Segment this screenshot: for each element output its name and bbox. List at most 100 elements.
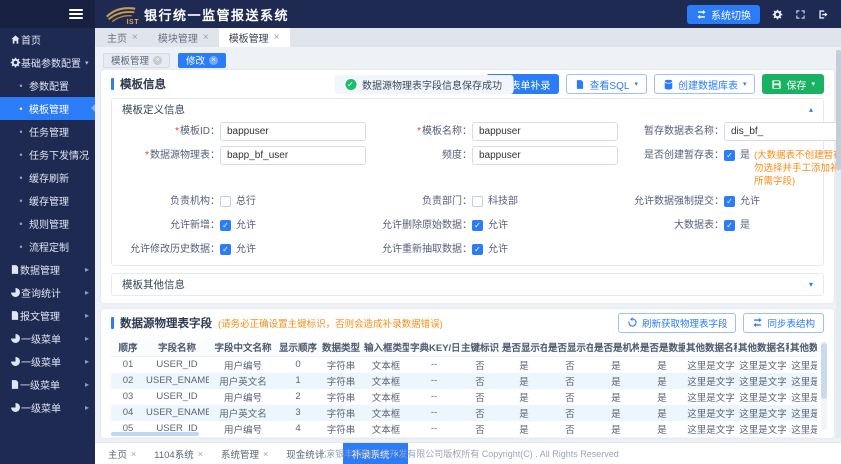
close-circle-icon[interactable]: × <box>209 56 218 65</box>
temp-table-name-input[interactable] <box>724 122 841 141</box>
sidebar-item-template-mgmt[interactable]: •模板管理 <box>0 97 95 120</box>
field-label: 允许重新抽取数据 <box>366 239 472 260</box>
chip-label: 修改 <box>186 53 205 67</box>
template-id-input[interactable] <box>220 122 366 141</box>
refresh-fields-button[interactable]: 刷新获取物理表字段 <box>618 313 737 333</box>
sidebar-item-menu-4[interactable]: 一级菜单▸ <box>0 396 95 419</box>
close-icon[interactable]: × <box>131 449 136 459</box>
bottom-tab-home[interactable]: 主页× <box>99 443 145 464</box>
table-row[interactable]: 02USER_ENAME用户英文名1字符串文本框--否是否是是这里是文字这里是文… <box>111 373 817 389</box>
column-header: 主键标识 <box>459 339 501 356</box>
tab-module-mgmt[interactable]: 模块管理× <box>148 28 219 47</box>
close-icon[interactable]: × <box>263 449 268 459</box>
allow-edit-history-checkbox[interactable]: ✓ <box>220 244 231 255</box>
field-allow-force-submit: 允许数据强制提交✓允许 <box>618 191 841 212</box>
table-cell: 否 <box>547 437 593 439</box>
sidebar-item-task-mgmt[interactable]: •任务管理 <box>0 120 95 143</box>
responsible-org-checkbox[interactable] <box>220 196 231 207</box>
allow-force-submit-checkbox[interactable]: ✓ <box>724 196 735 207</box>
table-cell: 这里是文字 <box>685 421 737 437</box>
sidebar-item-label: 流程定制 <box>29 239 69 254</box>
create-temp-table-checkbox[interactable]: ✓ <box>724 150 735 161</box>
column-header: 数据类型 <box>319 339 363 356</box>
sidebar-item-param-config[interactable]: •参数配置 <box>0 74 95 97</box>
sidebar-item-menu-1[interactable]: 一级菜单▸ <box>0 327 95 350</box>
fields-header: 数据源物理表字段 (请务必正确设置主键标识，否则会造成补录数据错误) 刷新获取物… <box>101 309 834 336</box>
expand-icon[interactable]: ▾ <box>809 280 813 289</box>
sidebar-item-cache-refresh[interactable]: •缓存刷新 <box>0 166 95 189</box>
topbar: IST 银行统一监管报送系统 系统切换 <box>0 0 841 28</box>
close-icon[interactable]: × <box>203 32 209 43</box>
sidebar-item-base-params-config[interactable]: 基础参数配置▾ <box>0 51 95 74</box>
sidebar-item-menu-3[interactable]: 一级菜单▸ <box>0 373 95 396</box>
page-scrollbar-thumb[interactable] <box>836 50 841 170</box>
sidebar-item-rule-mgmt[interactable]: •规则管理 <box>0 212 95 235</box>
bottom-tab-sys-1104[interactable]: 1104系统× <box>145 443 212 464</box>
chevron-right-icon: ▸ <box>85 288 89 297</box>
table-row[interactable]: 03USER_ID用户编号2字符串文本框--否是否是是这里是文字这里是文字这里是… <box>111 389 817 405</box>
table-row[interactable]: 04USER_ENAME用户英文名3字符串文本框--否是否是是这里是文字这里是文… <box>111 405 817 421</box>
save-button[interactable]: 保存▾ <box>762 74 824 94</box>
settings-icon[interactable] <box>772 9 783 20</box>
table-cell: 这里是文字 <box>685 437 737 439</box>
table-cell: 是 <box>639 405 685 421</box>
logout-icon[interactable] <box>818 9 829 20</box>
table-cell: -- <box>409 373 459 389</box>
tab-label: 模板管理 <box>229 30 269 45</box>
chevron-right-icon: ▸ <box>85 265 89 274</box>
sidebar-item-home[interactable]: 首页 <box>0 28 95 51</box>
frequency-input[interactable] <box>472 146 618 165</box>
allow-re-extract-checkbox[interactable]: ✓ <box>472 244 483 255</box>
table-row[interactable]: 06USER_ENAME用户英文名5字符串文本框--否是否是是这里是文字这里是文… <box>111 437 817 439</box>
chevron-right-icon: ▸ <box>85 380 89 389</box>
save-icon <box>771 79 782 90</box>
table-cell: 是 <box>639 356 685 373</box>
bottom-tab-system-mgmt[interactable]: 系统管理× <box>212 443 277 464</box>
sidebar-item-process-custom[interactable]: •流程定制 <box>0 235 95 258</box>
collapse-icon[interactable]: ▴ <box>809 105 813 114</box>
tab-home[interactable]: 主页× <box>97 28 148 47</box>
field-label: 暂存数据表名称 <box>618 121 724 142</box>
chip-template-mgmt[interactable]: 模板管理× <box>103 53 170 68</box>
table-cell: 3 <box>277 405 319 421</box>
close-icon[interactable]: × <box>132 32 138 43</box>
view-sql-button[interactable]: 查看SQL▾ <box>566 74 647 94</box>
tab-template-mgmt[interactable]: 模板管理 × <box>219 28 290 47</box>
table-cell: 03 <box>111 389 145 405</box>
big-data-table-checkbox[interactable]: ✓ <box>724 220 735 231</box>
sidebar-item-report-mgmt[interactable]: 报文管理▸ <box>0 304 95 327</box>
table-cell: 否 <box>547 373 593 389</box>
table-vscroll-thumb[interactable] <box>821 343 827 399</box>
table-cell: 这里是文字 <box>737 389 789 405</box>
fields-section-title: 数据源物理表字段 <box>111 315 212 331</box>
sidebar-item-task-dispatch-status[interactable]: •任务下发情况 <box>0 143 95 166</box>
sidebar-item-cache-mgmt[interactable]: •缓存管理 <box>0 189 95 212</box>
menu-toggle-icon[interactable] <box>69 9 83 19</box>
sidebar-item-menu-2[interactable]: 一级菜单▸ <box>0 350 95 373</box>
template-name-input[interactable] <box>472 122 618 141</box>
table-row[interactable]: 01USER_ID用户编号0字符串文本框--否是否是是这里是文字这里是文字这里是… <box>111 356 817 373</box>
table-cell: -- <box>409 405 459 421</box>
field-template-name: *模板名称 <box>366 121 618 142</box>
table-row[interactable]: 05USER_ID用户编号4字符串文本框--否是否是是这里是文字这里是文字这里是… <box>111 421 817 437</box>
sidebar-item-data-mgmt[interactable]: 数据管理▸ <box>0 258 95 281</box>
system-switch-button[interactable]: 系统切换 <box>687 5 760 24</box>
close-icon[interactable]: × <box>274 32 280 43</box>
field-label: 允许数据强制提交 <box>618 191 724 212</box>
sync-structure-button[interactable]: 同步表结构 <box>743 313 824 333</box>
template-mgmt-bullet-icon: • <box>16 104 26 114</box>
table-cell: 否 <box>547 405 593 421</box>
close-icon[interactable]: × <box>198 449 203 459</box>
checkbox-label: 是 <box>740 145 750 166</box>
datasource-table-input[interactable] <box>220 146 366 165</box>
allow-delete-origin-checkbox[interactable]: ✓ <box>472 220 483 231</box>
sidebar-item-query-stats[interactable]: 查询统计▸ <box>0 281 95 304</box>
fullscreen-icon[interactable] <box>795 9 806 20</box>
chip-edit[interactable]: 修改 × <box>178 53 226 68</box>
close-circle-icon[interactable]: × <box>153 56 162 65</box>
field-label: 大数据表 <box>618 215 724 236</box>
create-db-table-button[interactable]: 创建数据库表▾ <box>654 74 756 94</box>
responsible-dept-checkbox[interactable] <box>472 196 483 207</box>
table-hscroll-thumb[interactable] <box>111 432 199 436</box>
allow-add-checkbox[interactable]: ✓ <box>220 220 231 231</box>
